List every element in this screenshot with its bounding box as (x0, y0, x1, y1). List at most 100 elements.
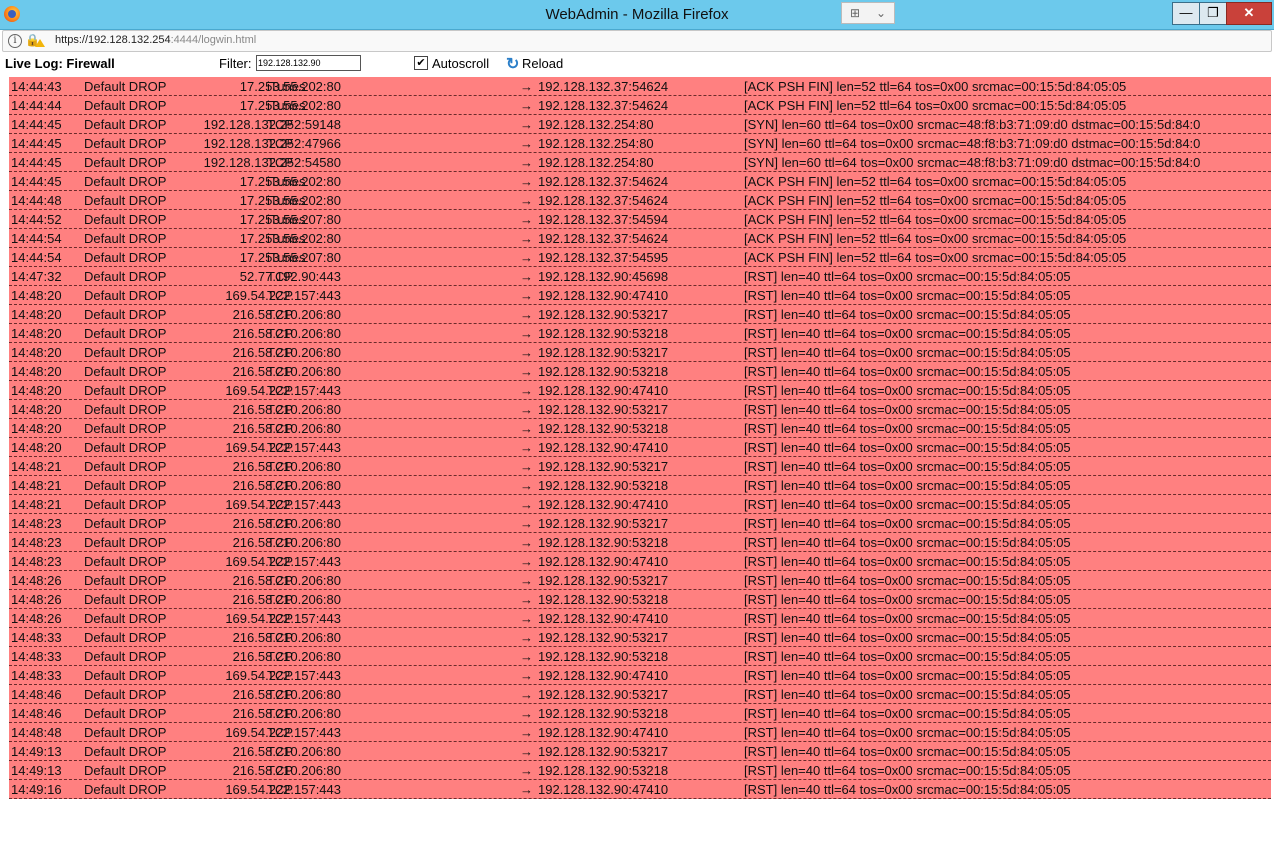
arrow-right-icon: → (520, 288, 533, 303)
log-destination: 192.128.132.90:53218 (538, 478, 669, 493)
info-icon[interactable]: i (8, 34, 22, 48)
table-row: 14:48:21 Default DROP TCP 216.58.210.206:80… (9, 476, 1271, 495)
log-info: [RST] len=40 ttl=64 tos=0x00 srcmac=00:1… (744, 459, 1071, 474)
log-source: 216.58.210.206:80 (232, 345, 341, 360)
log-info: [RST] len=40 ttl=64 tos=0x00 srcmac=00:1… (744, 288, 1071, 303)
arrow-right-icon: → (520, 630, 533, 645)
log-destination: 192.128.132.90:53218 (538, 326, 669, 341)
log-time: 14:44:54 (11, 250, 62, 265)
log-action: Default DROP (84, 364, 167, 379)
log-source: 17.253.55.207:80 (239, 212, 341, 227)
filter-input[interactable] (256, 55, 361, 71)
log-action: Default DROP (84, 155, 167, 170)
autoscroll-label[interactable]: Autoscroll (432, 56, 489, 71)
log-destination: 192.128.132.90:53218 (538, 421, 669, 436)
log-time: 14:48:20 (11, 345, 62, 360)
arrow-right-icon: → (520, 79, 533, 94)
table-row: 14:48:20 Default DROP TCP 169.54.222.157:44… (9, 381, 1271, 400)
log-info: [RST] len=40 ttl=64 tos=0x00 srcmac=00:1… (744, 478, 1071, 493)
url-path: :4444/logwin.html (170, 34, 257, 46)
page-title: Live Log: Firewall (5, 56, 115, 71)
table-row: 14:44:48 Default DROP iTunes 17.253.55.202:… (9, 191, 1271, 210)
table-row: 14:48:23 Default DROP TCP 216.58.210.206:80… (9, 514, 1271, 533)
log-table: 14:44:43 Default DROP iTunes 17.253.55.202:… (9, 77, 1271, 799)
log-action: Default DROP (84, 383, 167, 398)
autoscroll-checkbox[interactable]: ✔ (414, 56, 428, 70)
chevron-down-icon[interactable]: ⌄ (876, 6, 886, 20)
arrow-right-icon: → (520, 668, 533, 683)
log-source: 216.58.210.206:80 (232, 459, 341, 474)
log-source: 216.58.210.206:80 (232, 402, 341, 417)
table-row: 14:44:45 Default DROP TCP 192.128.132.252:4… (9, 134, 1271, 153)
maximize-button[interactable]: ❐ (1199, 2, 1227, 25)
table-row: 14:49:13 Default DROP TCP 216.58.210.206:80… (9, 742, 1271, 761)
log-destination: 192.128.132.37:54624 (538, 231, 669, 246)
table-row: 14:48:20 Default DROP TCP 216.58.210.206:80… (9, 419, 1271, 438)
log-time: 14:48:46 (11, 706, 62, 721)
grid-icon[interactable]: ⊞ (850, 6, 860, 20)
url-host: https://192.128.132.254 (55, 34, 171, 46)
close-button[interactable]: ✕ (1226, 2, 1272, 25)
log-info: [RST] len=40 ttl=64 tos=0x00 srcmac=00:1… (744, 554, 1071, 569)
log-info: [RST] len=40 ttl=64 tos=0x00 srcmac=00:1… (744, 649, 1071, 664)
minimize-button[interactable]: — (1172, 2, 1200, 25)
log-action: Default DROP (84, 421, 167, 436)
log-time: 14:48:46 (11, 687, 62, 702)
log-info: [RST] len=40 ttl=64 tos=0x00 srcmac=00:1… (744, 668, 1071, 683)
log-source: 169.54.222.157:443 (225, 611, 341, 626)
log-action: Default DROP (84, 79, 167, 94)
log-action: Default DROP (84, 212, 167, 227)
log-action: Default DROP (84, 782, 167, 797)
log-source: 216.58.210.206:80 (232, 516, 341, 531)
log-action: Default DROP (84, 592, 167, 607)
url-bar[interactable]: i 🔒 https://192.128.132.254:4444/logwin.… (2, 30, 1272, 52)
table-row: 14:48:21 Default DROP TCP 169.54.222.157:44… (9, 495, 1271, 514)
log-time: 14:44:45 (11, 174, 62, 189)
log-source: 169.54.222.157:443 (225, 554, 341, 569)
log-time: 14:44:54 (11, 231, 62, 246)
log-action: Default DROP (84, 117, 167, 132)
log-info: [RST] len=40 ttl=64 tos=0x00 srcmac=00:1… (744, 725, 1071, 740)
log-info: [RST] len=40 ttl=64 tos=0x00 srcmac=00:1… (744, 573, 1071, 588)
title-bar-extra-controls[interactable]: ⊞ ⌄ (841, 2, 895, 24)
reload-button[interactable]: Reload (522, 56, 563, 71)
log-info: [RST] len=40 ttl=64 tos=0x00 srcmac=00:1… (744, 345, 1071, 360)
log-time: 14:48:20 (11, 288, 62, 303)
log-destination: 192.128.132.90:47410 (538, 782, 669, 797)
log-info: [RST] len=40 ttl=64 tos=0x00 srcmac=00:1… (744, 763, 1071, 778)
log-destination: 192.128.132.90:53218 (538, 535, 669, 550)
table-row: 14:44:45 Default DROP TCP 192.128.132.252:5… (9, 153, 1271, 172)
log-info: [RST] len=40 ttl=64 tos=0x00 srcmac=00:1… (744, 592, 1071, 607)
log-destination: 192.128.132.37:54595 (538, 250, 669, 265)
log-source: 17.253.55.202:80 (239, 98, 341, 113)
log-info: [RST] len=40 ttl=64 tos=0x00 srcmac=00:1… (744, 383, 1071, 398)
reload-icon[interactable]: ↻ (506, 54, 519, 74)
arrow-right-icon: → (520, 763, 533, 778)
arrow-right-icon: → (520, 744, 533, 759)
arrow-right-icon: → (520, 687, 533, 702)
log-destination: 192.128.132.37:54624 (538, 193, 669, 208)
log-action: Default DROP (84, 440, 167, 455)
log-action: Default DROP (84, 687, 167, 702)
log-destination: 192.128.132.90:53217 (538, 744, 669, 759)
table-row: 14:44:45 Default DROP iTunes 17.253.55.202:… (9, 172, 1271, 191)
log-info: [ACK PSH FIN] len=52 ttl=64 tos=0x00 src… (744, 250, 1127, 265)
url-text[interactable]: https://192.128.132.254:4444/logwin.html (55, 34, 256, 46)
table-row: 14:44:54 Default DROP iTunes 17.253.55.202:… (9, 229, 1271, 248)
log-source: 216.58.210.206:80 (232, 573, 341, 588)
arrow-right-icon: → (520, 535, 533, 550)
log-destination: 192.128.132.90:53218 (538, 706, 669, 721)
log-destination: 192.128.132.90:53218 (538, 364, 669, 379)
log-info: [RST] len=40 ttl=64 tos=0x00 srcmac=00:1… (744, 706, 1071, 721)
log-action: Default DROP (84, 649, 167, 664)
log-action: Default DROP (84, 98, 167, 113)
log-info: [ACK PSH FIN] len=52 ttl=64 tos=0x00 src… (744, 79, 1127, 94)
arrow-right-icon: → (520, 421, 533, 436)
log-info: [ACK PSH FIN] len=52 ttl=64 tos=0x00 src… (744, 193, 1127, 208)
log-time: 14:48:23 (11, 535, 62, 550)
log-source: 216.58.210.206:80 (232, 687, 341, 702)
log-time: 14:48:33 (11, 668, 62, 683)
log-time: 14:48:23 (11, 554, 62, 569)
arrow-right-icon: → (520, 440, 533, 455)
log-source: 216.58.210.206:80 (232, 744, 341, 759)
